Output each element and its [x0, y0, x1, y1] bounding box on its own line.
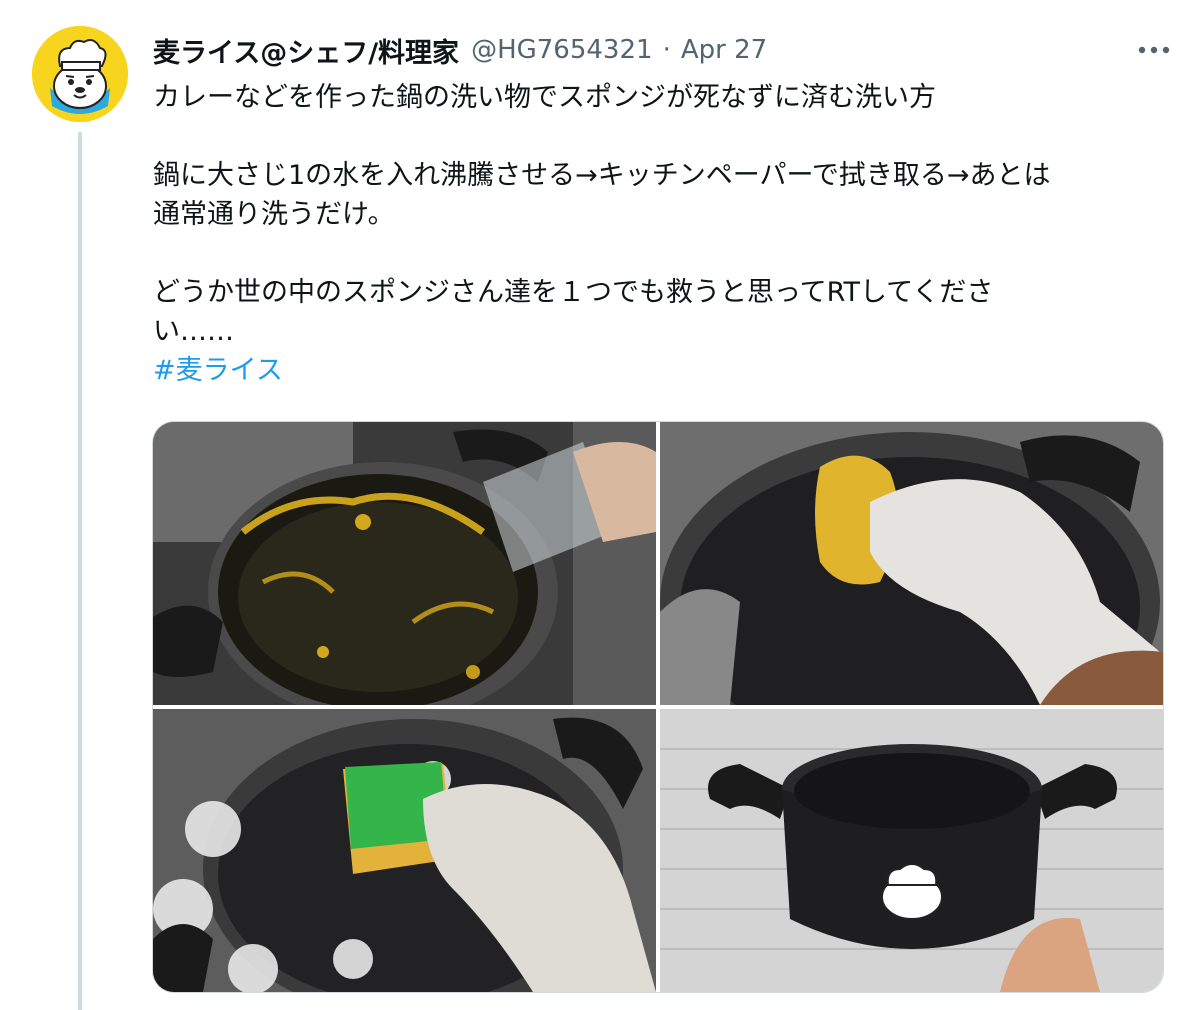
- photo-clean-pot[interactable]: [660, 709, 1163, 992]
- tweet[interactable]: 麦ライス@シェフ/料理家 @HG7654321 · Apr 27 カレーなどを作…: [0, 0, 1200, 1010]
- hashtag-link[interactable]: #麦ライス: [153, 355, 283, 386]
- display-name[interactable]: 麦ライス@シェフ/料理家: [153, 31, 459, 70]
- chef-rice-avatar-icon: [32, 26, 128, 122]
- tweet-text-line: 鍋に大さじ1の水を入れ沸騰させる→キッチンペーパーで拭き取る→あとは: [153, 160, 1051, 191]
- more-options-button[interactable]: [1132, 32, 1176, 68]
- tweet-header: 麦ライス@シェフ/料理家 @HG7654321 · Apr 27: [153, 30, 767, 70]
- avatar[interactable]: [32, 26, 128, 122]
- media-grid: [152, 421, 1164, 993]
- tweet-text-line: い……: [153, 316, 234, 347]
- thread-connector-line: [78, 132, 82, 1010]
- photo-washing-with-sponge[interactable]: [153, 709, 656, 992]
- tweet-text-line: どうか世の中のスポンジさん達を１つでも救うと思ってRTしてくださ: [153, 277, 994, 308]
- tweet-date[interactable]: Apr 27: [681, 35, 767, 65]
- tweet-text-line: 通常通り洗うだけ。: [153, 199, 395, 230]
- photo-wiping-with-paper[interactable]: [660, 422, 1163, 705]
- photo-pot-pouring-water[interactable]: [153, 422, 656, 705]
- tweet-text-line: カレーなどを作った鍋の洗い物でスポンジが死なずに済む洗い方: [153, 82, 936, 113]
- separator-dot: ·: [662, 35, 671, 65]
- user-handle[interactable]: @HG7654321: [471, 35, 653, 65]
- tweet-text: カレーなどを作った鍋の洗い物でスポンジが死なずに済む洗い方 鍋に大さじ1の水を入…: [153, 78, 1153, 390]
- more-horizontal-icon: [1138, 46, 1170, 54]
